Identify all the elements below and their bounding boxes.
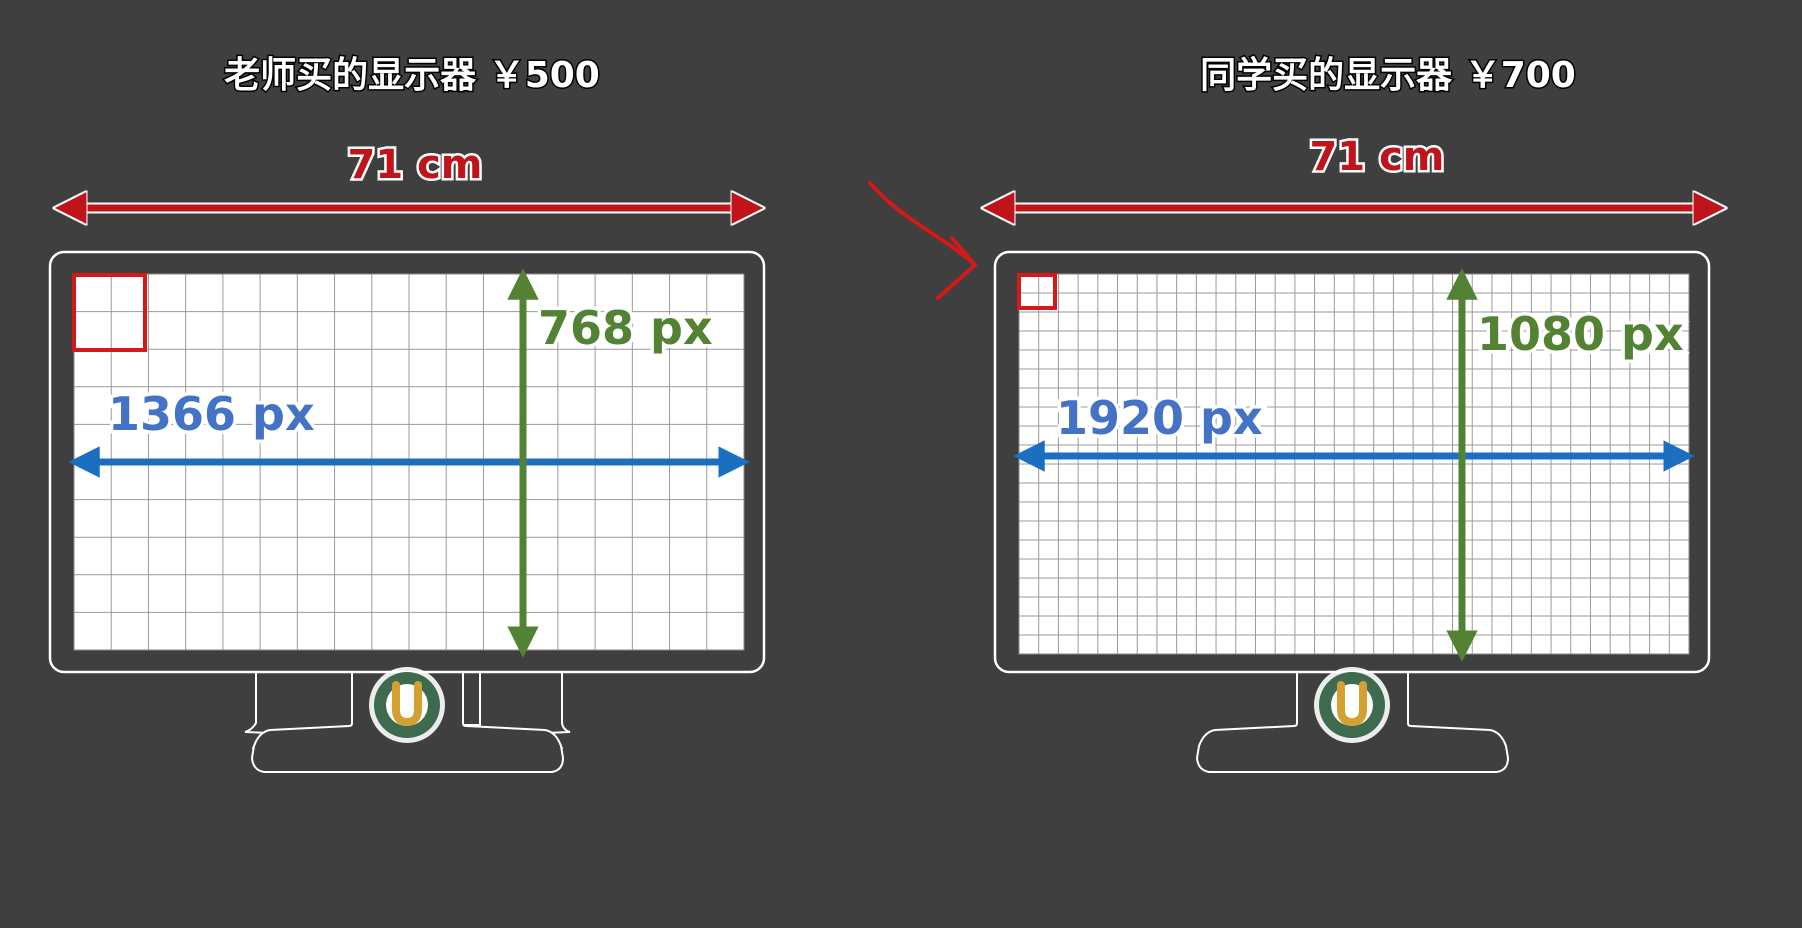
width-label: 71 cm xyxy=(348,142,483,188)
monitor-title: 老师买的显示器 ￥500 xyxy=(224,55,600,96)
horizontal-resolution-label: 1920 px xyxy=(1056,391,1263,445)
horizontal-resolution-label: 1366 px xyxy=(108,387,315,441)
brand-logo-icon xyxy=(1314,667,1390,743)
monitor-student: 同学买的显示器 ￥700 71 cm 1920 px 1080 px xyxy=(995,53,1710,773)
curved-arrow-icon xyxy=(868,181,977,300)
width-label: 71 cm xyxy=(1310,134,1445,180)
monitor-title: 同学买的显示器 ￥700 xyxy=(1200,54,1576,96)
diagram-canvas: 老师买的显示器 ￥500 71 cm 1366 px 768 px 同学买的显示… xyxy=(48,53,1802,773)
vertical-resolution-label: 768 px xyxy=(538,301,713,355)
monitor-teacher: 老师买的显示器 ￥500 71 cm 1366 px 768 px xyxy=(48,54,764,773)
brand-logo-icon xyxy=(369,667,445,743)
vertical-resolution-label: 1080 px xyxy=(1477,307,1684,361)
